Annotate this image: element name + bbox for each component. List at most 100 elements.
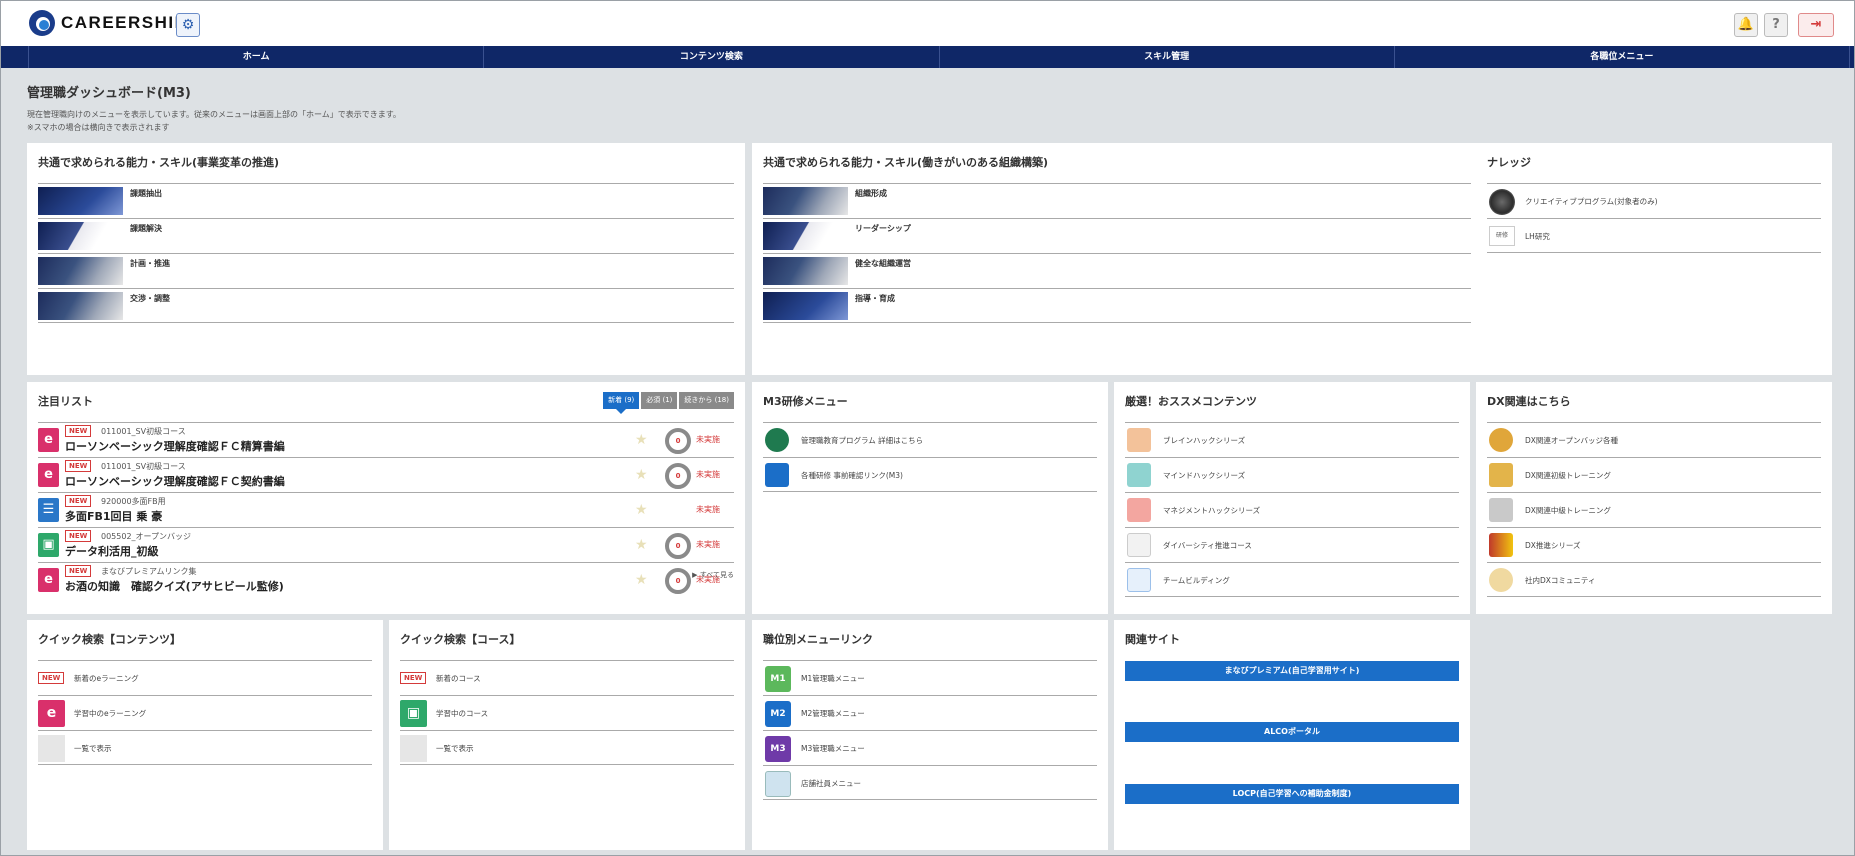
- skills-business-panel: 共通で求められる能力・スキル(事業変革の推進) 課題抽出 課題解決 計画・推進 …: [27, 143, 745, 375]
- nav-skill-management[interactable]: スキル管理: [938, 46, 1394, 68]
- list-item[interactable]: e NEW まなびプレミアムリンク集 お酒の知識 確認クイズ(アサヒビール監修)…: [38, 562, 734, 597]
- item-title: データ利活用_初級: [65, 545, 159, 558]
- item-label: 学習中のeラーニング: [74, 709, 147, 718]
- locp-link[interactable]: LOCP(自己学習への補助金制度): [1125, 784, 1459, 804]
- list-item[interactable]: 組織形成: [763, 183, 1471, 218]
- panel-title: クイック検索【コース】: [400, 633, 521, 646]
- item-label: 社内DXコミュニティ: [1525, 576, 1596, 585]
- list-item[interactable]: 管理職教育プログラム 詳細はこちら: [763, 422, 1097, 457]
- elearning-icon: e: [38, 428, 59, 452]
- item-label: ダイバーシティ推進コース: [1163, 541, 1252, 550]
- list-item[interactable]: クリエイティブプログラム(対象者のみ): [1487, 183, 1821, 218]
- attention-items: e NEW 011001_SV初級コース ローソンベーシック理解度確認ＦＣ精算書…: [38, 422, 734, 597]
- list-item[interactable]: NEW 新着のコース: [400, 660, 734, 695]
- thumbnail: [38, 222, 123, 250]
- tab-required[interactable]: 必須 (1): [641, 392, 678, 409]
- alco-portal-link[interactable]: ALCOポータル: [1125, 722, 1459, 742]
- nav-content-search[interactable]: コンテンツ検索: [483, 46, 938, 68]
- list-item[interactable]: NEW 新着のeラーニング: [38, 660, 372, 695]
- dx-list: DX関連オープンバッジ各種 DX関連初級トレーニング DX関連中級トレーニング …: [1487, 422, 1821, 597]
- tab-new[interactable]: 新着 (9): [603, 392, 640, 414]
- course-card-icon: ▣: [400, 700, 427, 727]
- status-label: 未実施: [696, 540, 720, 549]
- list-item[interactable]: e NEW 011001_SV初級コース ローソンベーシック理解度確認ＦＣ精算書…: [38, 422, 734, 457]
- crown-gold-icon: [1489, 463, 1513, 487]
- list-item[interactable]: ▣ NEW 005502_オープンバッジ データ利活用_初級 ★ 0 未実施: [38, 527, 734, 562]
- star-icon[interactable]: ★: [635, 432, 648, 448]
- list-item[interactable]: マネジメントハックシリーズ: [1125, 492, 1459, 527]
- course-code: 920000多面FB用: [101, 497, 166, 506]
- item-label: 課題抽出: [130, 189, 162, 198]
- star-icon[interactable]: ★: [635, 502, 648, 518]
- panel-title: クイック検索【コンテンツ】: [38, 633, 181, 646]
- sharepoint-icon: [765, 428, 789, 452]
- list-item[interactable]: 一覧で表示: [38, 730, 372, 765]
- panel-title: 共通で求められる能力・スキル(働きがいのある組織構築): [763, 156, 1049, 169]
- list-item[interactable]: DX関連オープンバッジ各種: [1487, 422, 1821, 457]
- list-item[interactable]: 交渉・調整: [38, 288, 734, 323]
- attention-tabs: 新着 (9) 必須 (1) 続きから (18): [603, 392, 734, 414]
- panel-title: 職位別メニューリンク: [763, 633, 873, 646]
- manabi-premium-link[interactable]: まなびプレミアム(自己学習用サイト): [1125, 661, 1459, 681]
- mind-hack-icon: [1127, 463, 1151, 487]
- list-item[interactable]: DX関連中級トレーニング: [1487, 492, 1821, 527]
- careership-logo[interactable]: CAREERSHIP: [29, 10, 187, 36]
- list-item[interactable]: 課題解決: [38, 218, 734, 253]
- list-item[interactable]: 店舗社員メニュー: [763, 765, 1097, 800]
- list-item[interactable]: 健全な組織運営: [763, 253, 1471, 288]
- list-item[interactable]: 計画・推進: [38, 253, 734, 288]
- page-desc-line2: ※スマホの場合は横向きで表示されます: [27, 123, 170, 132]
- star-icon[interactable]: ★: [635, 572, 648, 588]
- progress-ring: 0: [665, 463, 691, 489]
- logout-icon[interactable]: ⇥: [1798, 13, 1834, 37]
- list-item[interactable]: e NEW 011001_SV初級コース ローソンベーシック理解度確認ＦＣ契約書…: [38, 457, 734, 492]
- item-label: マインドハックシリーズ: [1163, 471, 1246, 480]
- item-label: 新着のコース: [436, 674, 481, 683]
- related-sites-panel: 関連サイト まなびプレミアム(自己学習用サイト) ALCOポータル LOCP(自…: [1114, 620, 1470, 850]
- nav-position-menu[interactable]: 各職位メニュー: [1393, 46, 1850, 68]
- new-badge: NEW: [65, 460, 92, 472]
- list-item[interactable]: リーダーシップ: [763, 218, 1471, 253]
- panel-title: 厳選！おススメコンテンツ: [1125, 395, 1257, 408]
- list-item[interactable]: ブレインハックシリーズ: [1125, 422, 1459, 457]
- logo-mark-icon: [29, 10, 55, 36]
- status-label: 未実施: [696, 505, 720, 514]
- nav-home[interactable]: ホーム: [28, 46, 483, 68]
- list-item[interactable]: 一覧で表示: [400, 730, 734, 765]
- help-icon[interactable]: ?: [1764, 13, 1788, 37]
- m3-training-list: 管理職教育プログラム 詳細はこちら 各種研修 事前確認リンク(M3): [763, 422, 1097, 492]
- list-item[interactable]: 社内DXコミュニティ: [1487, 562, 1821, 597]
- management-hack-icon: [1127, 498, 1151, 522]
- list-item[interactable]: 課題抽出: [38, 183, 734, 218]
- new-badge: NEW: [38, 672, 65, 684]
- list-item[interactable]: DX関連初級トレーニング: [1487, 457, 1821, 492]
- list-item[interactable]: マインドハックシリーズ: [1125, 457, 1459, 492]
- settings-gear-button[interactable]: ⚙: [176, 13, 200, 37]
- item-label: チームビルディング: [1163, 576, 1230, 585]
- list-item[interactable]: M3 M3管理職メニュー: [763, 730, 1097, 765]
- list-item[interactable]: ☰ NEW 920000多面FB用 多面FB1回目 乗 豪 ★ 未実施: [38, 492, 734, 527]
- bell-icon[interactable]: 🔔: [1734, 13, 1758, 37]
- list-item[interactable]: チームビルディング: [1125, 562, 1459, 597]
- list-item[interactable]: M1 M1管理職メニュー: [763, 660, 1097, 695]
- tab-continue[interactable]: 続きから (18): [679, 392, 734, 409]
- see-all-link[interactable]: ▶ すべて見る: [692, 570, 734, 580]
- list-item[interactable]: M2 M2管理職メニュー: [763, 695, 1097, 730]
- item-label: マネジメントハックシリーズ: [1163, 506, 1261, 515]
- star-icon[interactable]: ★: [635, 537, 648, 553]
- skills-business-list: 課題抽出 課題解決 計画・推進 交渉・調整: [38, 183, 734, 323]
- thumbnail: [38, 292, 123, 320]
- quick-course-list: NEW 新着のコース ▣ 学習中のコース 一覧で表示: [400, 660, 734, 765]
- list-item[interactable]: ▣ 学習中のコース: [400, 695, 734, 730]
- star-icon[interactable]: ★: [635, 467, 648, 483]
- item-label: 組織形成: [855, 189, 887, 198]
- list-item[interactable]: e 学習中のeラーニング: [38, 695, 372, 730]
- course-code: 011001_SV初級コース: [101, 462, 186, 471]
- list-item[interactable]: ダイバーシティ推進コース: [1125, 527, 1459, 562]
- dx-series-icon: [1489, 533, 1513, 557]
- list-item[interactable]: DX推進シリーズ: [1487, 527, 1821, 562]
- list-item[interactable]: 各種研修 事前確認リンク(M3): [763, 457, 1097, 492]
- page-title: 管理職ダッシュボード(M3): [27, 86, 191, 101]
- list-item[interactable]: 指導・育成: [763, 288, 1471, 323]
- list-item[interactable]: 研修 LH研究: [1487, 218, 1821, 253]
